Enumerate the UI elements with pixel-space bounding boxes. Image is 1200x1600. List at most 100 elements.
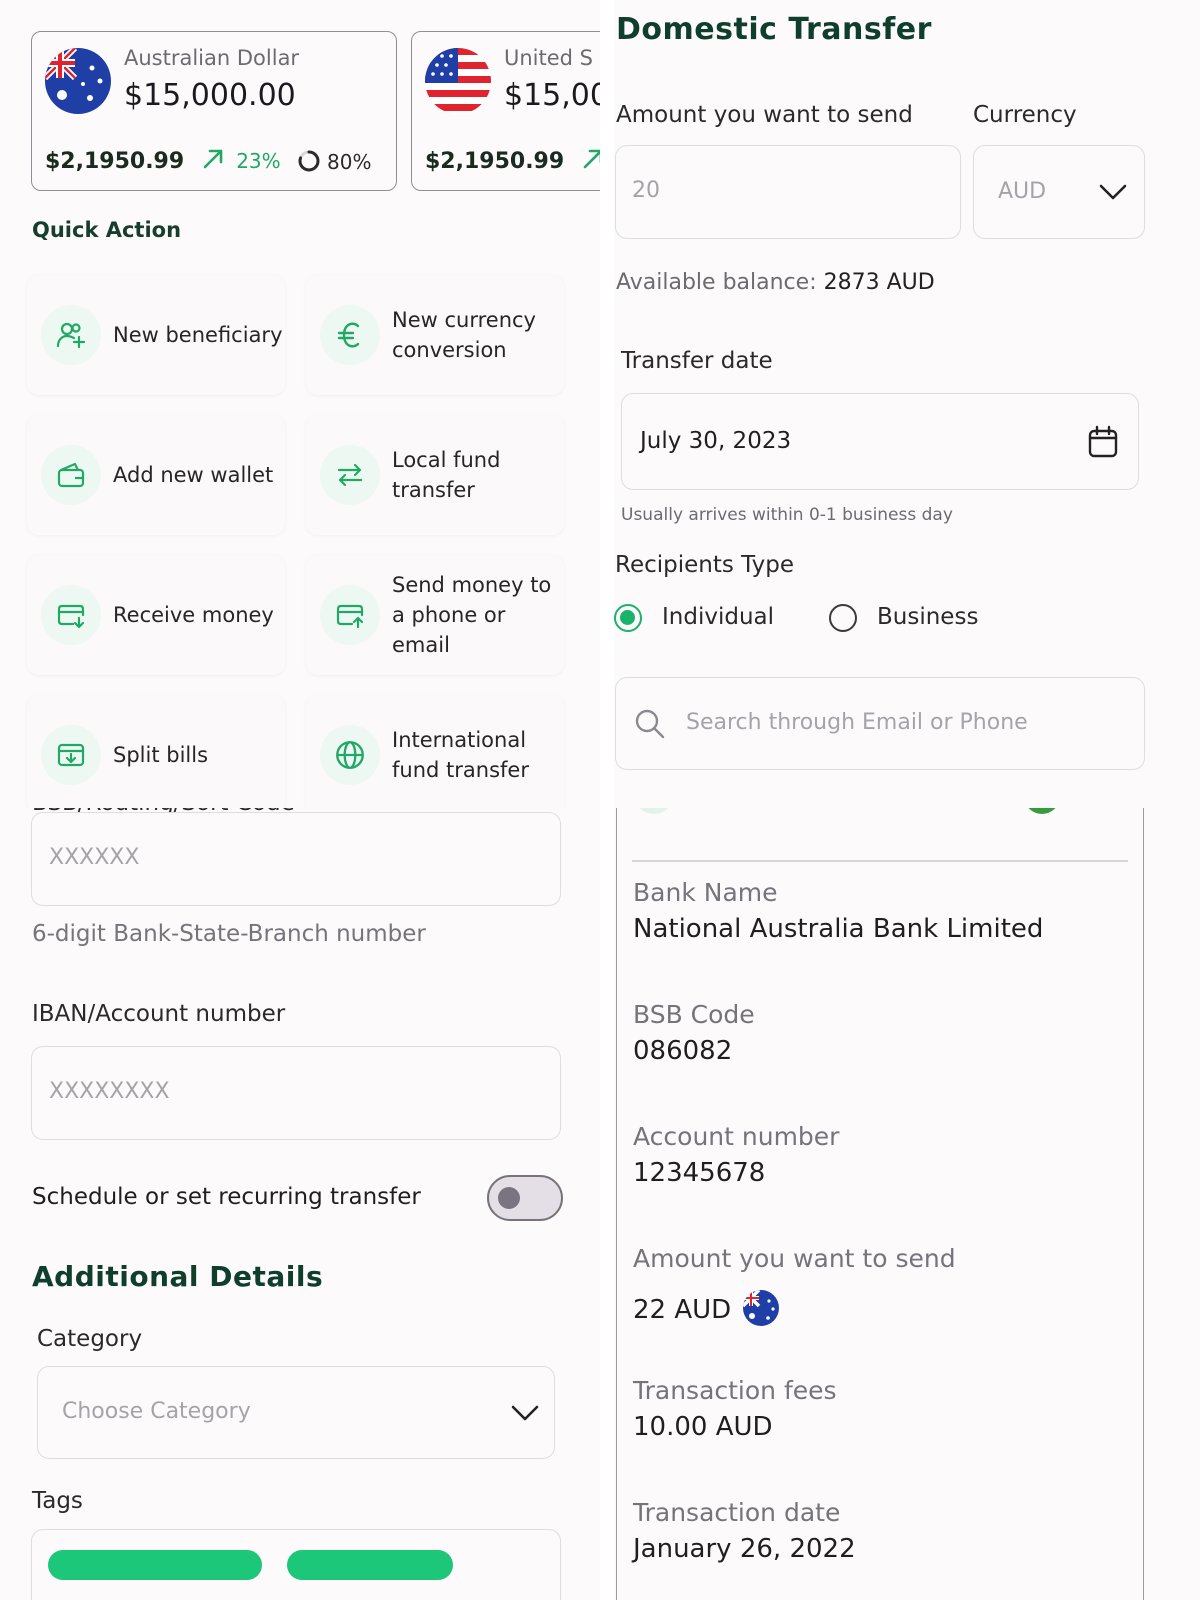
split-bills-icon <box>41 725 101 785</box>
account-number-input[interactable]: XXXXXXXX <box>31 1046 561 1140</box>
tag-chip[interactable] <box>287 1550 453 1580</box>
tile-split-bills[interactable]: Split bills <box>27 695 285 808</box>
tags-label: Tags <box>32 1488 83 1514</box>
trend-up-icon <box>583 149 600 169</box>
tile-new-currency-conversion[interactable]: New currency conversion <box>306 275 564 395</box>
bsb-code-value: 086082 <box>633 1036 733 1066</box>
chevron-down-icon <box>511 1405 539 1421</box>
amount-placeholder: 20 <box>632 178 660 203</box>
amount-label: Amount you want to send <box>616 102 913 128</box>
euro-icon <box>320 305 380 365</box>
card-progress: 80% <box>297 149 371 174</box>
currency-name: United S <box>504 46 594 70</box>
add-user-icon <box>41 305 101 365</box>
schedule-label: Schedule or set recurring transfer <box>32 1184 421 1210</box>
account-number-label: Account number <box>633 1122 840 1151</box>
balance-label: Available balance: <box>616 270 817 295</box>
radio-individual[interactable] <box>614 604 642 632</box>
tile-label: International fund transfer <box>392 728 529 782</box>
currency-amount: $15,00 <box>504 78 600 113</box>
bsb-input[interactable]: XXXXXX <box>31 812 561 906</box>
card-receive-icon <box>41 585 101 645</box>
search-placeholder: Search through Email or Phone <box>686 710 1028 735</box>
card-value: $2,1950.99 <box>425 149 565 174</box>
australia-flag-icon <box>743 1290 780 1326</box>
card-send-icon <box>320 585 380 645</box>
tile-add-new-wallet[interactable]: Add new wallet <box>27 415 285 535</box>
tile-receive-money[interactable]: Receive money <box>27 555 285 675</box>
bank-name-value: National Australia Bank Limited <box>633 914 1044 944</box>
tile-local-fund-transfer[interactable]: Local fund transfer <box>306 415 564 535</box>
page-title: Domestic Transfer <box>616 12 932 47</box>
tile-label: New currency conversion <box>392 308 536 362</box>
divider <box>632 860 1128 862</box>
tile-label: Split bills <box>113 743 209 767</box>
card-value: $2,1950.99 <box>45 149 185 174</box>
balance-value: 2873 AUD <box>823 270 935 295</box>
date-helper-text: Usually arrives within 0-1 business day <box>621 505 953 525</box>
wallet-icon <box>41 445 101 505</box>
tile-international-fund-transfer[interactable]: International fund transfer <box>306 695 564 808</box>
domestic-transfer-panel: Domestic Transfer Amount you want to sen… <box>614 0 1200 808</box>
radio-individual-label[interactable]: Individual <box>662 604 774 630</box>
transfer-date-label: Transfer date <box>621 348 773 374</box>
fees-label: Transaction fees <box>633 1376 837 1405</box>
available-balance: Available balance: 2873 AUD <box>616 270 935 295</box>
progress-ring-icon <box>298 150 320 172</box>
amount-input[interactable]: 20 <box>615 145 961 239</box>
tile-label: Receive money <box>113 603 274 627</box>
calendar-icon[interactable] <box>1087 425 1119 459</box>
bank-details-form: BSB/Routing/Sort Code XXXXXX 6-digit Ban… <box>0 808 600 1600</box>
fees-value: 10.00 AUD <box>633 1412 773 1442</box>
bsb-code-label: BSB Code <box>633 1000 755 1029</box>
swap-arrows-icon <box>320 445 380 505</box>
currency-card-aud[interactable]: Australian Dollar $15,000.00 $2,1950.99 … <box>31 31 397 191</box>
usa-flag-icon <box>425 48 491 114</box>
radio-business[interactable] <box>829 604 857 632</box>
currency-amount: $15,000.00 <box>124 78 296 113</box>
recipients-type-label: Recipients Type <box>615 552 794 578</box>
category-label: Category <box>37 1326 143 1352</box>
transfer-date-field[interactable]: July 30, 2023 <box>621 393 1139 490</box>
additional-details-title: Additional Details <box>32 1260 324 1293</box>
currency-label: Currency <box>973 102 1077 128</box>
currency-select[interactable]: AUD <box>973 145 1145 239</box>
transfer-summary-panel: Bank Name National Australia Bank Limite… <box>614 808 1200 1600</box>
tile-label: Send money to a phone or email <box>392 573 552 657</box>
dashboard-panel: Australian Dollar $15,000.00 $2,1950.99 … <box>0 0 600 808</box>
bsb-placeholder: XXXXXX <box>49 845 140 870</box>
currency-name: Australian Dollar <box>124 46 300 70</box>
chevron-down-icon <box>1099 184 1127 200</box>
transaction-date-label: Transaction date <box>633 1498 841 1527</box>
radio-business-label[interactable]: Business <box>877 604 978 630</box>
schedule-toggle[interactable] <box>487 1175 563 1221</box>
amount-label: Amount you want to send <box>633 1244 956 1273</box>
transaction-date-value: January 26, 2022 <box>633 1534 856 1564</box>
amount-text: 22 AUD <box>633 1295 732 1325</box>
category-select[interactable]: Choose Category <box>37 1366 555 1459</box>
tile-label: Add new wallet <box>113 463 274 487</box>
bsb-helper-text: 6-digit Bank-State-Branch number <box>32 921 426 947</box>
recipient-search-input[interactable]: Search through Email or Phone <box>615 677 1145 770</box>
account-placeholder: XXXXXXXX <box>49 1079 170 1104</box>
currency-value: AUD <box>998 179 1047 204</box>
tile-label: Local fund transfer <box>392 448 501 502</box>
transfer-date-value: July 30, 2023 <box>640 428 792 454</box>
account-number-value: 12345678 <box>633 1158 766 1188</box>
card-progress-text: 80% <box>327 150 372 174</box>
currency-card-usd[interactable]: United S $15,00 $2,1950.99 <box>411 31 600 191</box>
tile-send-money-phone-email[interactable]: Send money to a phone or email <box>306 555 564 675</box>
globe-icon <box>320 725 380 785</box>
tile-label: New beneficiary <box>113 323 283 347</box>
tag-chip[interactable] <box>48 1550 262 1580</box>
search-icon <box>635 709 665 739</box>
tile-new-beneficiary[interactable]: New beneficiary <box>27 275 285 395</box>
account-number-label: IBAN/Account number <box>32 1001 286 1027</box>
trend-up-icon <box>203 149 223 169</box>
card-change: 23% <box>236 149 281 173</box>
australia-flag-icon <box>45 48 111 114</box>
amount-value: 22 AUD <box>633 1290 780 1326</box>
quick-action-title: Quick Action <box>32 218 182 242</box>
category-placeholder: Choose Category <box>62 1399 251 1424</box>
bank-name-label: Bank Name <box>633 878 778 907</box>
